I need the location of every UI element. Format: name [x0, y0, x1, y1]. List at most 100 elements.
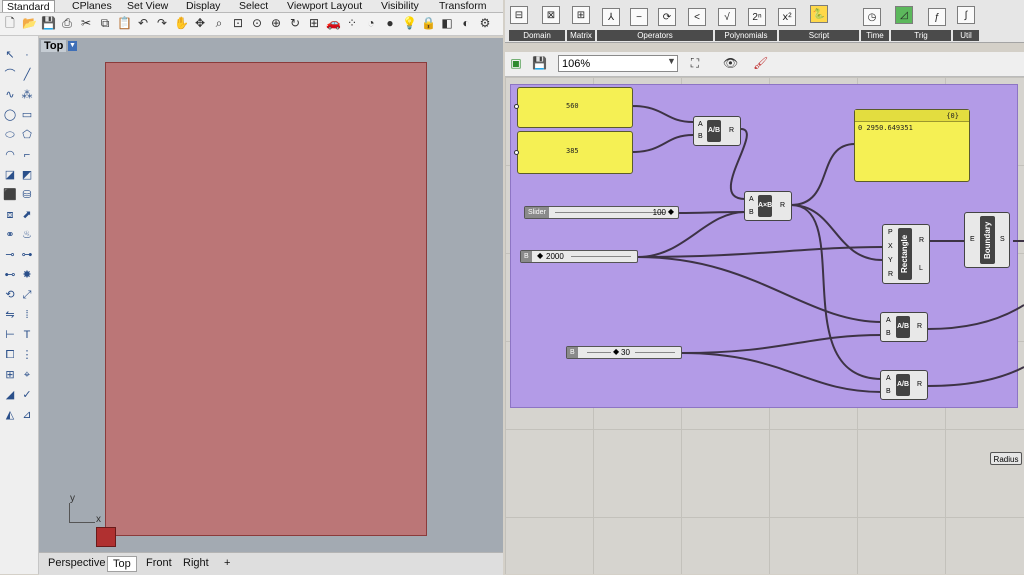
- section-trig[interactable]: Trig: [891, 30, 951, 41]
- save-icon[interactable]: 💾: [41, 16, 56, 30]
- output-r[interactable]: R: [729, 127, 734, 134]
- paint-icon[interactable]: ◢: [3, 388, 17, 402]
- surface-icon[interactable]: ◪: [3, 168, 17, 182]
- tab-transform[interactable]: Transform: [435, 0, 490, 12]
- trig-icon[interactable]: ◿: [895, 6, 913, 24]
- zoom-window-icon[interactable]: ⊡: [231, 16, 245, 30]
- polygon-icon[interactable]: ⬠: [20, 128, 34, 142]
- op-icon-a[interactable]: ⅄: [602, 8, 620, 26]
- array-icon[interactable]: ⁞: [20, 308, 34, 322]
- zoom-level-select[interactable]: 106%: [558, 55, 678, 72]
- rectangle-component[interactable]: P X Y R Rectangle R L: [882, 224, 930, 284]
- number-slider[interactable]: B ◆ 30: [566, 346, 682, 359]
- extrude-icon[interactable]: ⬈: [20, 208, 34, 222]
- join-icon[interactable]: ⊷: [3, 268, 17, 282]
- section-util[interactable]: Util: [953, 30, 979, 41]
- mesh-icon[interactable]: ⧈: [3, 208, 17, 222]
- input-a[interactable]: A: [698, 121, 703, 128]
- move-cross-icon[interactable]: ✥: [193, 16, 207, 30]
- tab-viewport-layout[interactable]: Viewport Layout: [283, 0, 366, 12]
- input-b[interactable]: B: [886, 330, 891, 337]
- group-icon[interactable]: ⋮: [20, 348, 34, 362]
- tab-select[interactable]: Select: [235, 0, 272, 12]
- zoom-extents-icon[interactable]: ⊙: [250, 16, 264, 30]
- polyline-icon[interactable]: ⌒: [3, 68, 17, 82]
- sketch-brush-icon[interactable]: 🖌: [753, 56, 768, 70]
- add-viewport-button[interactable]: +: [219, 556, 235, 570]
- light-bulb-icon[interactable]: 💡: [402, 16, 417, 30]
- number-slider[interactable]: B ◆ 2000: [520, 250, 638, 263]
- zoom-extents-icon[interactable]: ⛶: [688, 56, 702, 70]
- clock-icon[interactable]: ◷: [863, 8, 881, 26]
- output-r[interactable]: R: [780, 202, 785, 209]
- cylinder-icon[interactable]: ⛁: [20, 188, 34, 202]
- options-gear-icon[interactable]: ⚙: [478, 16, 492, 30]
- matrix-icon[interactable]: ⊞: [572, 6, 590, 24]
- points-icon[interactable]: ⁘: [345, 16, 359, 30]
- python-icon[interactable]: 🐍: [810, 5, 828, 23]
- section-operators[interactable]: Operators: [597, 30, 713, 41]
- output-l[interactable]: L: [919, 265, 923, 272]
- arc-icon[interactable]: ◠: [3, 148, 17, 162]
- ellipse-icon[interactable]: ⬭: [3, 128, 17, 142]
- rotate-icon[interactable]: ⟲: [3, 288, 17, 302]
- output-s[interactable]: S: [1000, 236, 1005, 243]
- tab-display[interactable]: Display: [182, 0, 224, 12]
- grid-layout-icon[interactable]: ⊞: [307, 16, 321, 30]
- output-r[interactable]: R: [917, 381, 922, 388]
- split-icon[interactable]: ⊶: [20, 248, 34, 262]
- grid-snap-icon[interactable]: ⊞: [3, 368, 17, 382]
- multiplication-component[interactable]: A B A×B R: [744, 191, 792, 221]
- domain-bounds-icon[interactable]: ⊠: [542, 6, 560, 24]
- input-y[interactable]: Y: [888, 257, 893, 264]
- scale-icon[interactable]: ⤢: [20, 288, 34, 302]
- line-icon[interactable]: ╱: [20, 68, 34, 82]
- input-b[interactable]: B: [886, 388, 891, 395]
- slider-value[interactable]: 2000: [546, 252, 564, 261]
- viewport-menu-dropdown-icon[interactable]: ▼: [68, 41, 77, 51]
- output-r[interactable]: R: [919, 237, 924, 244]
- check-icon[interactable]: ✓: [20, 388, 34, 402]
- pan-hand-icon[interactable]: ✋: [174, 16, 189, 30]
- undo-icon[interactable]: ↶: [136, 16, 150, 30]
- panel-input-port[interactable]: [514, 150, 519, 155]
- section-time[interactable]: Time: [861, 30, 889, 41]
- render-preview-icon[interactable]: ◭: [3, 408, 17, 422]
- input-b[interactable]: B: [749, 209, 754, 216]
- slider-grip-icon[interactable]: ◆: [668, 207, 674, 216]
- radius-param[interactable]: Radius: [990, 452, 1022, 465]
- trim-icon[interactable]: ⊸: [3, 248, 17, 262]
- control-points-icon[interactable]: ⁂: [20, 88, 34, 102]
- division-component[interactable]: A B A/B R: [880, 370, 928, 400]
- boundary-surfaces-component[interactable]: E Boundary S: [964, 212, 1010, 268]
- input-a[interactable]: A: [886, 375, 891, 382]
- section-domain[interactable]: Domain: [509, 30, 565, 41]
- square-icon[interactable]: ⅹ²: [778, 8, 796, 26]
- point-icon[interactable]: ·: [20, 48, 34, 62]
- panel-output[interactable]: {0} 0 2950.649351: [854, 109, 970, 182]
- rotate-view-icon[interactable]: ↻: [288, 16, 302, 30]
- save-file-icon[interactable]: 💾: [532, 56, 547, 70]
- preview-eye-icon[interactable]: 👁: [723, 56, 738, 70]
- domain-icon[interactable]: ⊟: [510, 6, 528, 24]
- open-file-icon[interactable]: ▣: [509, 56, 523, 70]
- tab-cplanes[interactable]: CPlanes: [68, 0, 116, 12]
- redo-icon[interactable]: ↷: [155, 16, 169, 30]
- viewport-title[interactable]: Top: [41, 40, 67, 52]
- car-icon[interactable]: 🚗: [326, 16, 341, 30]
- tab-top[interactable]: Top: [107, 556, 137, 572]
- print-icon[interactable]: ⎙: [60, 16, 74, 30]
- slider-grip-icon[interactable]: ◆: [537, 251, 543, 260]
- op-icon-b[interactable]: −: [630, 8, 648, 26]
- zoom-icon[interactable]: ⌕: [212, 16, 226, 30]
- analyze-icon[interactable]: ⌖: [20, 368, 34, 382]
- util-function-icon[interactable]: ƒ: [928, 8, 946, 26]
- properties-icon[interactable]: ⊿: [20, 408, 34, 422]
- op-less-than-icon[interactable]: <: [688, 8, 706, 26]
- block-icon[interactable]: ⧠: [3, 348, 17, 362]
- explode-icon[interactable]: ✸: [20, 268, 34, 282]
- output-r[interactable]: R: [917, 323, 922, 330]
- section-script[interactable]: Script: [779, 30, 859, 41]
- copy-icon[interactable]: ⧉: [98, 16, 112, 30]
- number-slider[interactable]: Slider 100 ◆: [524, 206, 679, 219]
